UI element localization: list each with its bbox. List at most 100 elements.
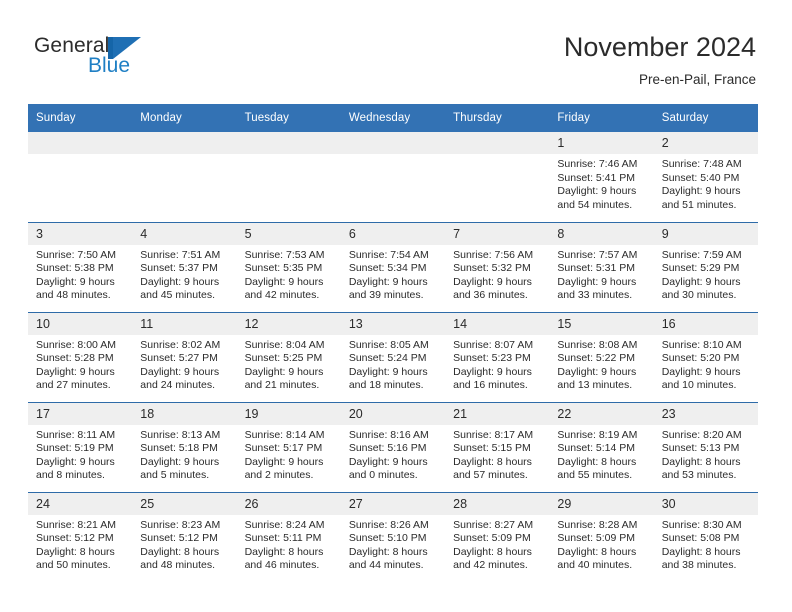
- daylight-text-line1: Daylight: 9 hours: [557, 275, 637, 288]
- weekday-header-thursday: Thursday: [445, 104, 550, 132]
- calendar-day-cell[interactable]: 5 Sunrise: 7:53 AM Sunset: 5:35 PM Daylight…: [236, 221, 341, 312]
- calendar-day-cell[interactable]: 7 Sunrise: 7:56 AM Sunset: 5:32 PM Daylight…: [445, 221, 550, 312]
- day-number: [445, 132, 550, 154]
- sun-info: Sunrise: 7:59 AM Sunset: 5:29 PM Daylight:…: [654, 245, 758, 303]
- calendar-day-cell[interactable]: 14 Sunrise: 8:07 AM Sunset: 5:23 PM Dayligh…: [445, 311, 550, 402]
- day-number: 6: [340, 222, 446, 245]
- sunrise-text: Sunrise: 8:21 AM: [36, 518, 116, 531]
- calendar-day-cell[interactable]: 20 Sunrise: 8:16 AM Sunset: 5:16 PM Dayligh…: [340, 401, 446, 492]
- sunrise-text: Sunrise: 8:00 AM: [36, 338, 116, 351]
- sunrise-text: Sunrise: 8:04 AM: [244, 338, 325, 351]
- daylight-text-line2: and 8 minutes.: [36, 469, 105, 482]
- day-cell-inner: 30 Sunrise: 8:30 AM Sunset: 5:08 PM Dayligh…: [653, 492, 758, 573]
- calendar-day-cell[interactable]: 25 Sunrise: 8:23 AM Sunset: 5:12 PM Dayligh…: [132, 491, 237, 582]
- calendar-week-row: 24 Sunrise: 8:21 AM Sunset: 5:12 PM Dayligh…: [28, 491, 758, 582]
- calendar-day-cell-empty: [445, 132, 550, 222]
- sunset-text: Sunset: 5:22 PM: [557, 352, 636, 365]
- calendar-day-cell-empty: [340, 132, 446, 222]
- weekday-header-wednesday: Wednesday: [340, 104, 446, 132]
- calendar-day-cell[interactable]: 9 Sunrise: 7:59 AM Sunset: 5:29 PM Daylight…: [653, 221, 758, 312]
- day-number: 27: [340, 492, 446, 515]
- sunrise-text: Sunrise: 8:07 AM: [453, 338, 534, 351]
- daylight-text-line1: Daylight: 8 hours: [661, 455, 741, 468]
- calendar-day-cell[interactable]: 24 Sunrise: 8:21 AM Sunset: 5:12 PM Dayligh…: [28, 491, 133, 582]
- calendar-day-cell[interactable]: 4 Sunrise: 7:51 AM Sunset: 5:37 PM Daylight…: [132, 221, 237, 312]
- day-number: 14: [445, 312, 550, 335]
- sun-info: Sunrise: 8:26 AM Sunset: 5:10 PM Daylight:…: [341, 515, 445, 573]
- sunrise-text: Sunrise: 8:02 AM: [140, 338, 221, 351]
- calendar-day-cell[interactable]: 18 Sunrise: 8:13 AM Sunset: 5:18 PM Dayligh…: [132, 401, 237, 492]
- sun-info: Sunrise: 7:57 AM Sunset: 5:31 PM Daylight:…: [549, 245, 653, 303]
- calendar-day-cell[interactable]: 29 Sunrise: 8:28 AM Sunset: 5:09 PM Dayligh…: [549, 491, 654, 582]
- day-number: 23: [653, 402, 758, 425]
- daylight-text-line1: Daylight: 8 hours: [140, 545, 220, 558]
- day-number: 26: [236, 492, 341, 515]
- daylight-text-line1: Daylight: 8 hours: [244, 545, 324, 558]
- day-number: 4: [132, 222, 237, 245]
- general-blue-logo[interactable]: General Blue: [34, 34, 164, 82]
- calendar-day-cell[interactable]: 22 Sunrise: 8:19 AM Sunset: 5:14 PM Dayligh…: [549, 401, 654, 492]
- daylight-text-line2: and 2 minutes.: [244, 469, 314, 482]
- sunset-text: Sunset: 5:37 PM: [140, 262, 218, 275]
- calendar-day-cell[interactable]: 10 Sunrise: 8:00 AM Sunset: 5:28 PM Dayligh…: [28, 311, 133, 402]
- sunset-text: Sunset: 5:29 PM: [661, 262, 740, 275]
- daylight-text-line1: Daylight: 9 hours: [557, 365, 637, 378]
- daylight-text-line1: Daylight: 9 hours: [244, 365, 324, 378]
- calendar-day-cell[interactable]: 13 Sunrise: 8:05 AM Sunset: 5:24 PM Dayligh…: [340, 311, 446, 402]
- calendar-day-cell[interactable]: 2 Sunrise: 7:48 AM Sunset: 5:40 PM Daylight…: [653, 132, 758, 222]
- daylight-text-line2: and 39 minutes.: [348, 289, 424, 302]
- sunrise-text: Sunrise: 8:23 AM: [140, 518, 221, 531]
- day-cell-inner: 23 Sunrise: 8:20 AM Sunset: 5:13 PM Dayligh…: [653, 402, 758, 483]
- day-cell-inner: [132, 132, 237, 154]
- calendar-day-cell[interactable]: 19 Sunrise: 8:14 AM Sunset: 5:17 PM Dayligh…: [236, 401, 341, 492]
- day-cell-inner: [28, 132, 133, 154]
- calendar-day-cell[interactable]: 1 Sunrise: 7:46 AM Sunset: 5:41 PM Daylight…: [549, 132, 654, 222]
- sunset-text: Sunset: 5:32 PM: [453, 262, 531, 275]
- sun-info: Sunrise: 8:20 AM Sunset: 5:13 PM Daylight:…: [654, 425, 758, 483]
- day-number: 18: [132, 402, 237, 425]
- calendar-day-cell[interactable]: 16 Sunrise: 8:10 AM Sunset: 5:20 PM Dayligh…: [653, 311, 758, 402]
- sunrise-text: Sunrise: 8:28 AM: [557, 518, 638, 531]
- day-cell-inner: 5 Sunrise: 7:53 AM Sunset: 5:35 PM Daylight…: [236, 222, 341, 303]
- sun-info: Sunrise: 8:23 AM Sunset: 5:12 PM Daylight:…: [132, 515, 236, 573]
- calendar-day-cell[interactable]: 30 Sunrise: 8:30 AM Sunset: 5:08 PM Dayligh…: [653, 491, 758, 582]
- calendar-day-cell[interactable]: 28 Sunrise: 8:27 AM Sunset: 5:09 PM Dayligh…: [445, 491, 550, 582]
- day-cell-inner: 12 Sunrise: 8:04 AM Sunset: 5:25 PM Dayligh…: [236, 312, 341, 393]
- calendar-day-cell[interactable]: 17 Sunrise: 8:11 AM Sunset: 5:19 PM Dayligh…: [28, 401, 133, 492]
- sunrise-text: Sunrise: 8:30 AM: [661, 518, 742, 531]
- daylight-text-line1: Daylight: 9 hours: [36, 365, 115, 378]
- sun-info: Sunrise: 8:30 AM Sunset: 5:08 PM Daylight:…: [654, 515, 758, 573]
- calendar-day-cell[interactable]: 3 Sunrise: 7:50 AM Sunset: 5:38 PM Daylight…: [28, 221, 133, 312]
- day-number: 12: [236, 312, 341, 335]
- daylight-text-line1: Daylight: 8 hours: [557, 545, 637, 558]
- day-cell-inner: 18 Sunrise: 8:13 AM Sunset: 5:18 PM Dayligh…: [132, 402, 237, 483]
- calendar-day-cell-empty: [132, 132, 237, 222]
- page-subtitle: Pre-en-Pail, France: [638, 72, 756, 87]
- sunset-text: Sunset: 5:10 PM: [348, 532, 427, 545]
- day-cell-inner: 17 Sunrise: 8:11 AM Sunset: 5:19 PM Dayligh…: [28, 402, 133, 483]
- calendar-day-cell[interactable]: 15 Sunrise: 8:08 AM Sunset: 5:22 PM Dayligh…: [549, 311, 654, 402]
- logo-text-blue: Blue: [88, 54, 131, 77]
- calendar-day-cell[interactable]: 6 Sunrise: 7:54 AM Sunset: 5:34 PM Daylight…: [340, 221, 446, 312]
- daylight-text-line2: and 24 minutes.: [140, 379, 215, 392]
- daylight-text-line2: and 16 minutes.: [453, 379, 528, 392]
- daylight-text-line1: Daylight: 9 hours: [348, 455, 428, 468]
- sunrise-text: Sunrise: 8:16 AM: [348, 428, 429, 441]
- day-cell-inner: 28 Sunrise: 8:27 AM Sunset: 5:09 PM Dayligh…: [445, 492, 550, 573]
- daylight-text-line1: Daylight: 9 hours: [661, 365, 741, 378]
- day-number: 3: [28, 222, 133, 245]
- day-number: 16: [653, 312, 758, 335]
- calendar-body: 1 Sunrise: 7:46 AM Sunset: 5:41 PM Daylight…: [28, 132, 758, 582]
- calendar-day-cell[interactable]: 27 Sunrise: 8:26 AM Sunset: 5:10 PM Dayligh…: [340, 491, 446, 582]
- calendar-day-cell[interactable]: 23 Sunrise: 8:20 AM Sunset: 5:13 PM Dayligh…: [653, 401, 758, 492]
- calendar-day-cell[interactable]: 26 Sunrise: 8:24 AM Sunset: 5:11 PM Dayligh…: [236, 491, 341, 582]
- sunset-text: Sunset: 5:31 PM: [557, 262, 636, 275]
- calendar-day-cell[interactable]: 21 Sunrise: 8:17 AM Sunset: 5:15 PM Dayligh…: [445, 401, 550, 492]
- calendar-day-cell[interactable]: 8 Sunrise: 7:57 AM Sunset: 5:31 PM Daylight…: [549, 221, 654, 312]
- daylight-text-line1: Daylight: 8 hours: [557, 455, 637, 468]
- calendar-day-cell[interactable]: 11 Sunrise: 8:02 AM Sunset: 5:27 PM Dayligh…: [132, 311, 237, 402]
- daylight-text-line1: Daylight: 9 hours: [140, 275, 220, 288]
- sun-info: Sunrise: 8:08 AM Sunset: 5:22 PM Daylight:…: [549, 335, 653, 393]
- day-cell-inner: 3 Sunrise: 7:50 AM Sunset: 5:38 PM Daylight…: [28, 222, 133, 303]
- calendar-day-cell[interactable]: 12 Sunrise: 8:04 AM Sunset: 5:25 PM Dayligh…: [236, 311, 341, 402]
